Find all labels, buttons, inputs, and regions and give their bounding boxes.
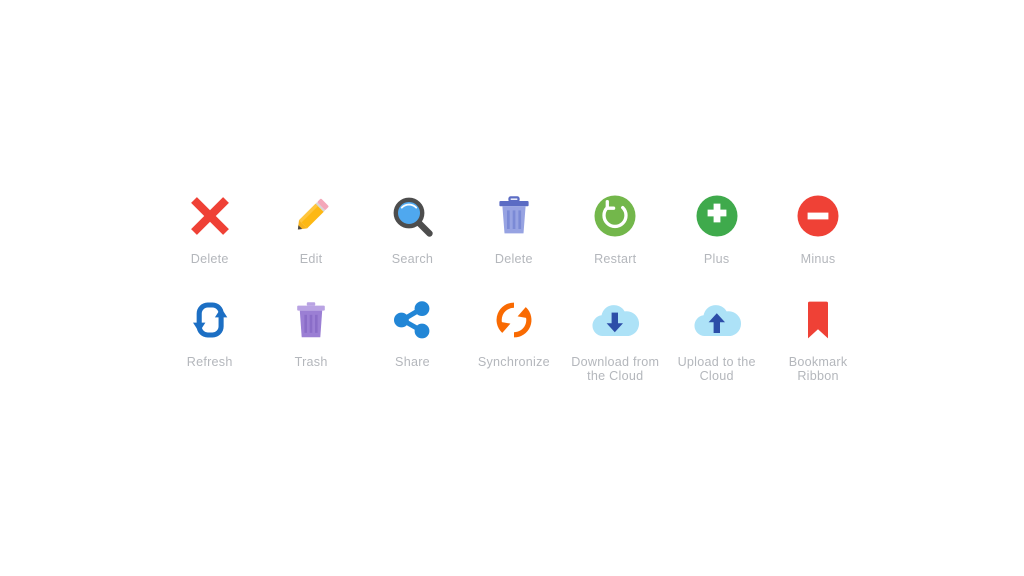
icon-item-cloud-upload[interactable]: Upload to the Cloud — [666, 290, 767, 394]
icon-label: Edit — [299, 252, 323, 266]
trash-can-icon[interactable] — [283, 292, 339, 348]
refresh-loop-icon[interactable] — [182, 292, 238, 348]
cloud-upload-icon[interactable] — [689, 292, 745, 348]
icon-item-delete-bin-blue[interactable]: Delete — [463, 186, 564, 290]
icon-item-refresh-loop[interactable]: Refresh — [159, 290, 260, 394]
icon-item-trash-purple[interactable]: Trash — [260, 290, 361, 394]
minus-circle-icon[interactable] — [790, 188, 846, 244]
icon-label: Minus — [800, 252, 836, 266]
icon-item-restart-circle[interactable]: Restart — [565, 186, 666, 290]
icon-item-search-magnifier[interactable]: Search — [362, 186, 463, 290]
icon-label: Plus — [703, 252, 730, 266]
trash-can-icon[interactable] — [486, 188, 542, 244]
icon-label: Delete — [494, 252, 533, 266]
plus-circle-icon[interactable] — [689, 188, 745, 244]
synchronize-arrows-icon[interactable] — [486, 292, 542, 348]
icon-item-bookmark-ribbon[interactable]: Bookmark Ribbon — [767, 290, 868, 394]
icon-label: Search — [391, 252, 434, 266]
cross-x-icon[interactable] — [182, 188, 238, 244]
share-nodes-icon[interactable] — [384, 292, 440, 348]
cloud-download-icon[interactable] — [587, 292, 643, 348]
bookmark-ribbon-icon[interactable] — [790, 292, 846, 348]
pencil-icon[interactable] — [283, 188, 339, 244]
icon-item-minus-circle[interactable]: Minus — [767, 186, 868, 290]
icon-item-plus-circle[interactable]: Plus — [666, 186, 767, 290]
icon-label: Upload to the Cloud — [677, 355, 756, 383]
icon-label: Trash — [294, 355, 328, 369]
icon-label: Refresh — [186, 355, 233, 369]
icon-item-edit-pencil[interactable]: Edit — [260, 186, 361, 290]
icon-label: Download from the Cloud — [571, 355, 660, 383]
icon-grid: Delete Edit Search Delete Restart Plus M… — [159, 186, 869, 394]
restart-circle-icon[interactable] — [587, 188, 643, 244]
icon-item-share-nodes[interactable]: Share — [362, 290, 463, 394]
icon-label: Restart — [594, 252, 637, 266]
icon-label: Bookmark Ribbon — [788, 355, 848, 383]
icon-sheet: Delete Edit Search Delete Restart Plus M… — [0, 0, 1024, 576]
icon-label: Share — [395, 355, 430, 369]
icon-label: Synchronize — [477, 355, 550, 369]
magnifier-icon[interactable] — [384, 188, 440, 244]
icon-label: Delete — [190, 252, 229, 266]
icon-item-cloud-download[interactable]: Download from the Cloud — [565, 290, 666, 394]
icon-item-delete-cross[interactable]: Delete — [159, 186, 260, 290]
icon-item-synchronize-arcs[interactable]: Synchronize — [463, 290, 564, 394]
